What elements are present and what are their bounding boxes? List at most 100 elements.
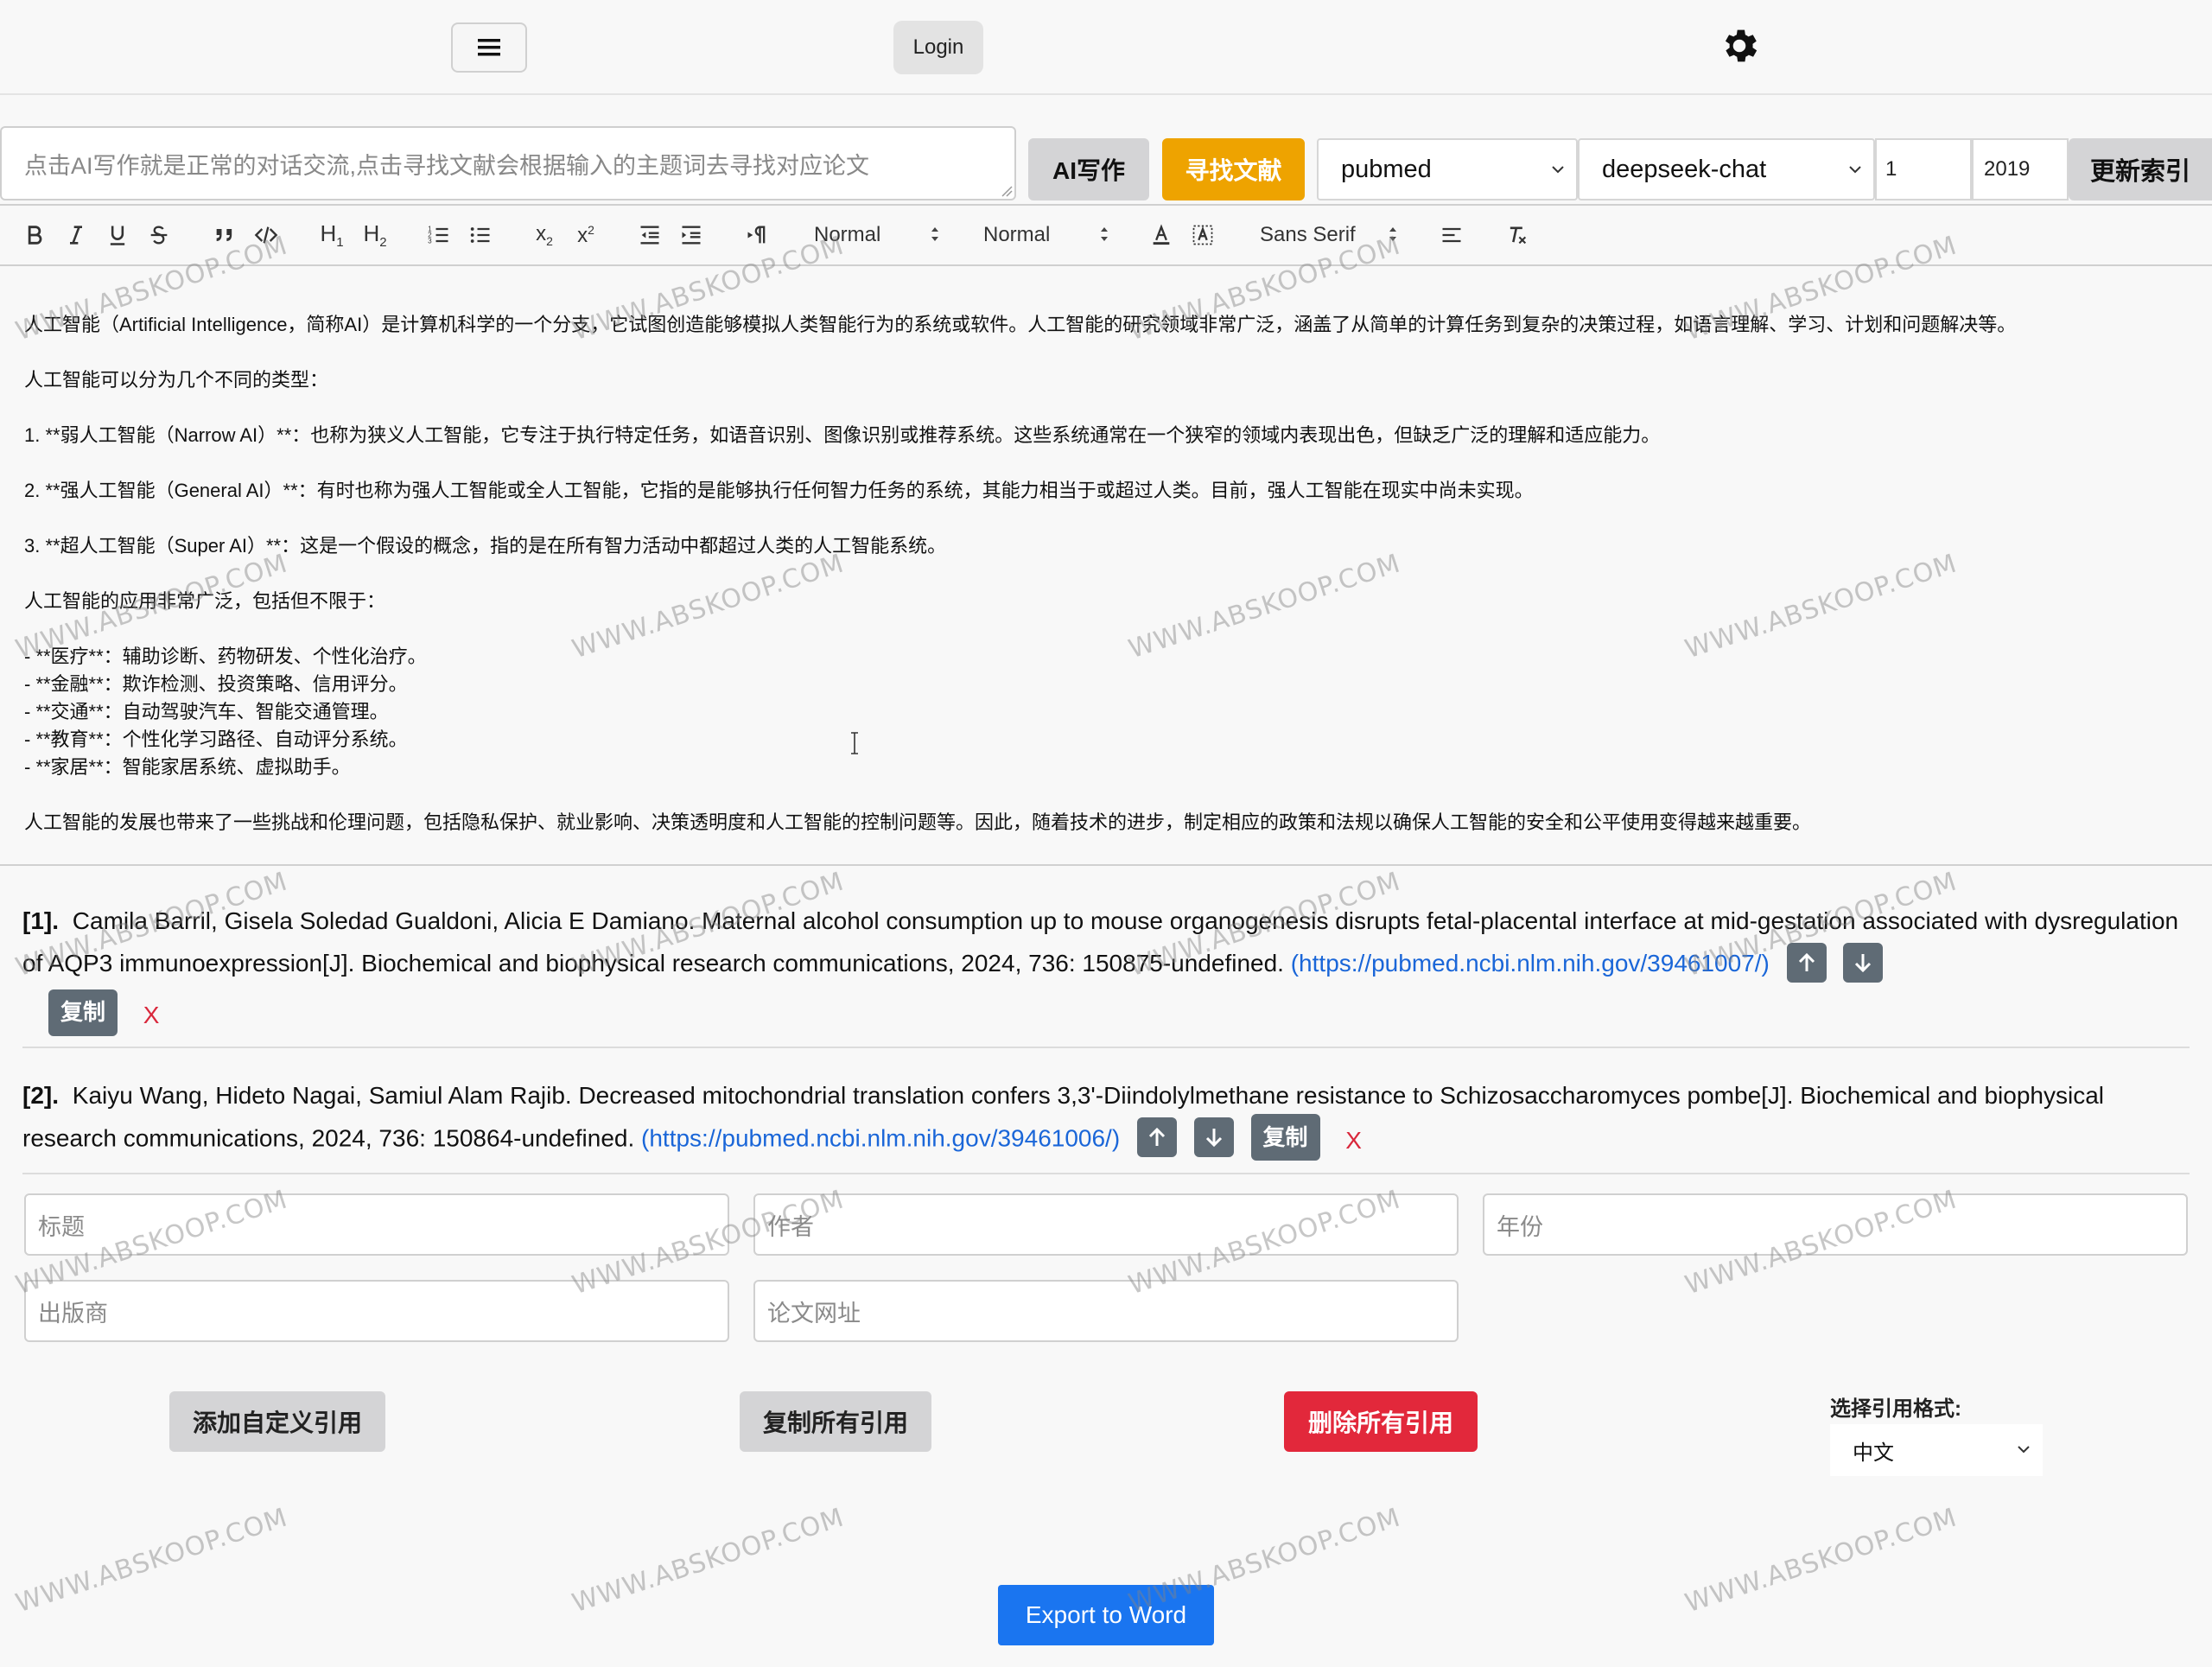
strikethrough-icon xyxy=(150,226,168,245)
superscript-icon: x2 xyxy=(577,222,594,247)
resize-grip-icon[interactable] xyxy=(1001,185,1013,197)
strike-button[interactable] xyxy=(143,216,175,254)
reference-index: [2]. xyxy=(22,1082,59,1109)
subscript-icon: x2 xyxy=(536,222,553,248)
editor-list-line: - **教育**：个性化学习路径、自动评分系统。 xyxy=(24,729,408,750)
clear-formatting-icon xyxy=(1510,226,1527,245)
rich-text-editor[interactable]: 人工智能（Artificial Intelligence，简称AI）是计算机科学… xyxy=(0,266,2212,866)
blockquote-button[interactable] xyxy=(209,216,240,254)
topic-input[interactable]: 点击AI写作就是正常的对话交流,点击寻找文献会根据输入的主题词去寻找对应论文 xyxy=(0,126,1016,200)
find-literature-button[interactable]: 寻找文献 xyxy=(1162,138,1305,200)
editor-paragraph: 3. **超人工智能（Super AI）**：这是一个假设的概念，指的是在所有智… xyxy=(24,535,947,557)
underline-button[interactable] xyxy=(102,216,133,254)
font-picker[interactable]: Sans Serif xyxy=(1260,216,1398,254)
delete-all-references-button[interactable]: 删除所有引用 xyxy=(1284,1391,1478,1452)
copy-all-references-button[interactable]: 复制所有引用 xyxy=(740,1391,931,1452)
text-direction-button[interactable] xyxy=(741,216,772,254)
reference-item: [2]. Kaiyu Wang, Hideto Nagai, Samiul Al… xyxy=(22,1074,2190,1163)
move-up-button[interactable] xyxy=(1786,942,1827,983)
year-input[interactable]: 2019 xyxy=(1972,138,2069,200)
size-picker-label: Normal xyxy=(983,223,1051,246)
update-index-button[interactable]: 更新索引 xyxy=(2069,138,2212,200)
reference-link[interactable]: (https://pubmed.ncbi.nlm.nih.gov/3946100… xyxy=(1291,950,1770,977)
ordered-list-button[interactable]: 123 xyxy=(423,216,454,254)
editor-list-line: - **医疗**：辅助诊断、药物研发、个性化治疗。 xyxy=(24,646,427,667)
h2-button[interactable]: H2 xyxy=(358,216,392,254)
editor-toolbar: H1 H2 123 x2 x2 Normal Normal Sans Serif xyxy=(0,204,2212,266)
hamburger-icon xyxy=(478,39,500,56)
editor-list-line: - **交通**：自动驾驶汽车、智能交通管理。 xyxy=(24,701,389,722)
svg-text:3: 3 xyxy=(428,237,432,245)
editor-paragraph: 2. **强人工智能（General AI）**：有时也称为强人工智能或全人工智… xyxy=(24,480,1534,501)
font-picker-label: Sans Serif xyxy=(1260,223,1356,246)
arrow-up-icon xyxy=(1798,952,1815,971)
clear-format-button[interactable] xyxy=(1502,216,1533,254)
arrow-up-icon xyxy=(1148,1127,1165,1146)
paper-url-input-placeholder: 论文网址 xyxy=(767,1300,861,1327)
citation-format-select[interactable]: 中文 xyxy=(1830,1424,2043,1476)
reference-link[interactable]: (https://pubmed.ncbi.nlm.nih.gov/3946100… xyxy=(641,1124,1120,1151)
code-block-button[interactable] xyxy=(251,216,282,254)
year-field[interactable]: 年份 xyxy=(1483,1193,2188,1256)
publisher-input-placeholder: 出版商 xyxy=(38,1300,108,1327)
paper-url-input[interactable]: 论文网址 xyxy=(753,1280,1459,1342)
editor-paragraph: 人工智能的应用非常广泛，包括但不限于： xyxy=(24,590,386,612)
bullet-list-button[interactable] xyxy=(465,216,496,254)
delete-reference-button[interactable]: X xyxy=(1345,1127,1362,1154)
superscript-button[interactable]: x2 xyxy=(570,216,601,254)
background-color-button[interactable] xyxy=(1187,216,1218,254)
gear-icon[interactable] xyxy=(1718,24,1761,67)
topic-input-placeholder: 点击AI写作就是正常的对话交流,点击寻找文献会根据输入的主题词去寻找对应论文 xyxy=(24,153,870,179)
reference-index: [1]. xyxy=(22,907,59,934)
title-input[interactable]: 标题 xyxy=(24,1193,729,1256)
chevron-down-icon xyxy=(1849,166,1861,174)
bold-button[interactable] xyxy=(19,216,50,254)
size-picker[interactable]: Normal xyxy=(983,216,1109,254)
subscript-button[interactable]: x2 xyxy=(529,216,560,254)
author-input[interactable]: 作者 xyxy=(753,1193,1459,1256)
move-down-button[interactable] xyxy=(1843,942,1884,983)
arrow-down-icon xyxy=(1855,953,1872,972)
delete-reference-button[interactable]: X xyxy=(143,1002,160,1028)
italic-button[interactable] xyxy=(60,216,92,254)
watermark: WWW.ABSKOOP.COM xyxy=(12,1502,292,1619)
outdent-button[interactable] xyxy=(634,216,665,254)
highlight-icon xyxy=(1192,225,1213,245)
ai-write-button[interactable]: AI写作 xyxy=(1028,138,1149,200)
count-input[interactable]: 1 xyxy=(1875,138,1972,200)
copy-reference-button[interactable]: 复制 xyxy=(48,989,118,1036)
header-picker[interactable]: Normal xyxy=(814,216,940,254)
move-down-button[interactable] xyxy=(1193,1117,1234,1157)
ordered-list-icon: 123 xyxy=(428,225,448,245)
source-select[interactable]: pubmed xyxy=(1317,138,1578,200)
login-button[interactable]: Login xyxy=(893,21,983,74)
model-select[interactable]: deepseek-chat xyxy=(1578,138,1875,200)
h1-button[interactable]: H1 xyxy=(315,216,349,254)
publisher-input[interactable]: 出版商 xyxy=(24,1280,729,1342)
text-cursor-icon xyxy=(851,732,858,754)
watermark: WWW.ABSKOOP.COM xyxy=(1681,1502,1961,1619)
header-picker-label: Normal xyxy=(814,223,881,246)
up-down-arrows-icon xyxy=(1389,227,1396,241)
export-to-word-button[interactable]: Export to Word xyxy=(998,1585,1214,1645)
model-select-value: deepseek-chat xyxy=(1602,155,1767,183)
text-color-button[interactable] xyxy=(1146,216,1177,254)
add-custom-reference-button[interactable]: 添加自定义引用 xyxy=(169,1391,385,1452)
underline-icon xyxy=(110,226,125,245)
copy-reference-button[interactable]: 复制 xyxy=(1250,1114,1320,1161)
chevron-down-icon xyxy=(1552,166,1564,174)
up-down-arrows-icon xyxy=(1101,227,1108,241)
h1-icon: H1 xyxy=(320,220,344,251)
menu-button[interactable] xyxy=(451,22,527,73)
rtl-paragraph-icon xyxy=(747,226,766,244)
divider xyxy=(22,1173,2190,1174)
italic-icon xyxy=(70,226,82,245)
move-up-button[interactable] xyxy=(1136,1117,1177,1157)
indent-icon xyxy=(682,226,701,245)
outdent-icon xyxy=(640,226,659,245)
count-input-value: 1 xyxy=(1885,157,1897,181)
title-input-placeholder: 标题 xyxy=(38,1213,85,1240)
align-button[interactable] xyxy=(1436,216,1467,254)
indent-button[interactable] xyxy=(676,216,707,254)
top-bar: Login xyxy=(0,0,2212,95)
